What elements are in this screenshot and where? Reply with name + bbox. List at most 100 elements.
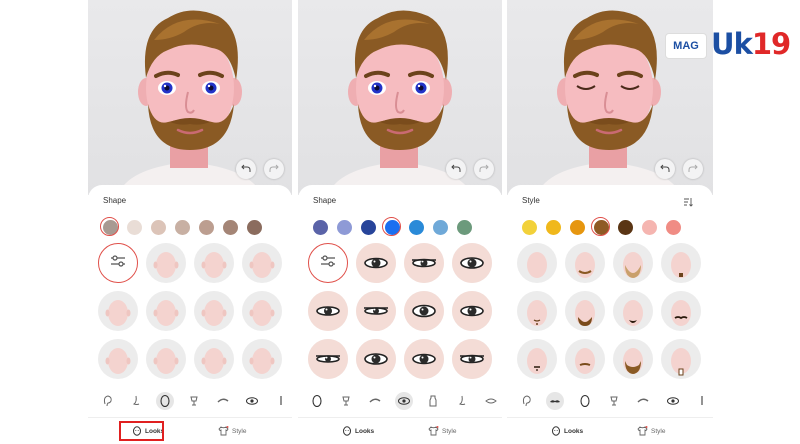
category-face-shape[interactable] bbox=[308, 392, 326, 410]
color-swatch[interactable] bbox=[642, 220, 657, 235]
category-eye[interactable] bbox=[395, 392, 413, 410]
eye-shape-option[interactable] bbox=[356, 339, 396, 379]
tab-style[interactable]: Style bbox=[218, 424, 246, 438]
undo-button[interactable] bbox=[655, 159, 675, 179]
facial-hair-option[interactable] bbox=[565, 291, 605, 331]
category-lamp[interactable] bbox=[185, 392, 203, 410]
category-nose[interactable] bbox=[453, 392, 471, 410]
color-swatch[interactable] bbox=[433, 220, 448, 235]
redo-button[interactable] bbox=[474, 159, 494, 179]
category-lamp[interactable] bbox=[337, 392, 355, 410]
face-shape-option[interactable] bbox=[146, 291, 186, 331]
face-shape-option[interactable] bbox=[242, 291, 282, 331]
color-swatch[interactable] bbox=[666, 220, 681, 235]
face-shape-option[interactable] bbox=[194, 291, 234, 331]
category-lips[interactable] bbox=[482, 392, 500, 410]
eye-shape-option[interactable] bbox=[404, 339, 444, 379]
avatar-image bbox=[118, 10, 262, 195]
color-swatch[interactable] bbox=[127, 220, 142, 235]
eye-shape-option[interactable] bbox=[404, 291, 444, 331]
face-shape-option[interactable] bbox=[194, 339, 234, 379]
color-swatch[interactable] bbox=[546, 220, 561, 235]
category-face-shape[interactable] bbox=[156, 392, 174, 410]
category-face-shape[interactable] bbox=[576, 392, 594, 410]
facial-hair-option[interactable] bbox=[613, 243, 653, 283]
undo-button[interactable] bbox=[236, 159, 256, 179]
facial-hair-option[interactable] bbox=[517, 243, 557, 283]
category-nose[interactable] bbox=[127, 392, 145, 410]
color-swatch[interactable] bbox=[618, 220, 633, 235]
category-eye[interactable] bbox=[243, 392, 261, 410]
category-more[interactable] bbox=[693, 392, 711, 410]
color-swatch[interactable] bbox=[382, 217, 401, 236]
category-eye[interactable] bbox=[664, 392, 682, 410]
eye-shape-option[interactable] bbox=[356, 291, 396, 331]
color-swatch[interactable] bbox=[409, 220, 424, 235]
face-shape-option[interactable] bbox=[146, 243, 186, 283]
color-swatch[interactable] bbox=[591, 217, 610, 236]
face-shape-option[interactable] bbox=[242, 243, 282, 283]
undo-button[interactable] bbox=[446, 159, 466, 179]
facial-hair-option[interactable] bbox=[661, 339, 701, 379]
ear-icon bbox=[100, 394, 114, 408]
category-ear[interactable] bbox=[517, 392, 535, 410]
facial-hair-option[interactable] bbox=[661, 243, 701, 283]
eye-icon bbox=[397, 394, 411, 408]
facial-hair-option[interactable] bbox=[517, 291, 557, 331]
eye-shape-option[interactable] bbox=[452, 243, 492, 283]
eye-shape-option[interactable] bbox=[308, 339, 348, 379]
eye-shape-option[interactable] bbox=[404, 243, 444, 283]
color-swatch[interactable] bbox=[223, 220, 238, 235]
color-swatch[interactable] bbox=[570, 220, 585, 235]
face-shape-option[interactable] bbox=[98, 339, 138, 379]
color-swatch[interactable] bbox=[313, 220, 328, 235]
looks-tab-highlight bbox=[119, 421, 164, 441]
category-brow[interactable] bbox=[214, 392, 232, 410]
face-shape-option[interactable] bbox=[146, 339, 186, 379]
category-more[interactable] bbox=[272, 392, 290, 410]
facial-hair-option[interactable] bbox=[613, 339, 653, 379]
customize-option[interactable] bbox=[98, 243, 138, 283]
facial-hair-option[interactable] bbox=[613, 291, 653, 331]
shirt-icon bbox=[428, 426, 439, 436]
facial-hair-option[interactable] bbox=[517, 339, 557, 379]
redo-button[interactable] bbox=[683, 159, 703, 179]
category-brow[interactable] bbox=[366, 392, 384, 410]
face-shape-icon bbox=[310, 394, 324, 408]
color-swatch[interactable] bbox=[337, 220, 352, 235]
sort-icon[interactable] bbox=[683, 194, 693, 212]
tab-looks[interactable]: Looks bbox=[551, 424, 583, 438]
facial-hair-option[interactable] bbox=[565, 243, 605, 283]
face-shape-option[interactable] bbox=[98, 291, 138, 331]
redo-button[interactable] bbox=[264, 159, 284, 179]
category-toolbar bbox=[507, 392, 713, 410]
category-bottle[interactable] bbox=[424, 392, 442, 410]
eye-shape-option[interactable] bbox=[308, 291, 348, 331]
color-swatch[interactable] bbox=[361, 220, 376, 235]
customize-option[interactable] bbox=[308, 243, 348, 283]
eye-shape-option[interactable] bbox=[356, 243, 396, 283]
eye-shape-option[interactable] bbox=[452, 291, 492, 331]
face-shape-option[interactable] bbox=[194, 243, 234, 283]
eye-shape-option[interactable] bbox=[452, 339, 492, 379]
color-swatch[interactable] bbox=[151, 220, 166, 235]
tab-looks[interactable]: Looks bbox=[342, 424, 374, 438]
tab-style[interactable]: Style bbox=[428, 424, 456, 438]
category-mustache[interactable] bbox=[546, 392, 565, 410]
sliders-icon bbox=[320, 254, 336, 273]
color-swatch[interactable] bbox=[522, 220, 537, 235]
color-swatch[interactable] bbox=[247, 220, 262, 235]
category-lamp[interactable] bbox=[605, 392, 623, 410]
color-swatch[interactable] bbox=[199, 220, 214, 235]
facial-hair-option[interactable] bbox=[565, 339, 605, 379]
color-swatch[interactable] bbox=[457, 220, 472, 235]
category-brow[interactable] bbox=[634, 392, 652, 410]
tab-style[interactable]: Style bbox=[637, 424, 665, 438]
eye-icon bbox=[245, 394, 259, 408]
category-ear[interactable] bbox=[98, 392, 116, 410]
color-swatch[interactable] bbox=[100, 217, 119, 236]
face-shape-option[interactable] bbox=[242, 339, 282, 379]
color-swatch[interactable] bbox=[175, 220, 190, 235]
facial-hair-option[interactable] bbox=[661, 291, 701, 331]
nose-icon bbox=[129, 394, 143, 408]
